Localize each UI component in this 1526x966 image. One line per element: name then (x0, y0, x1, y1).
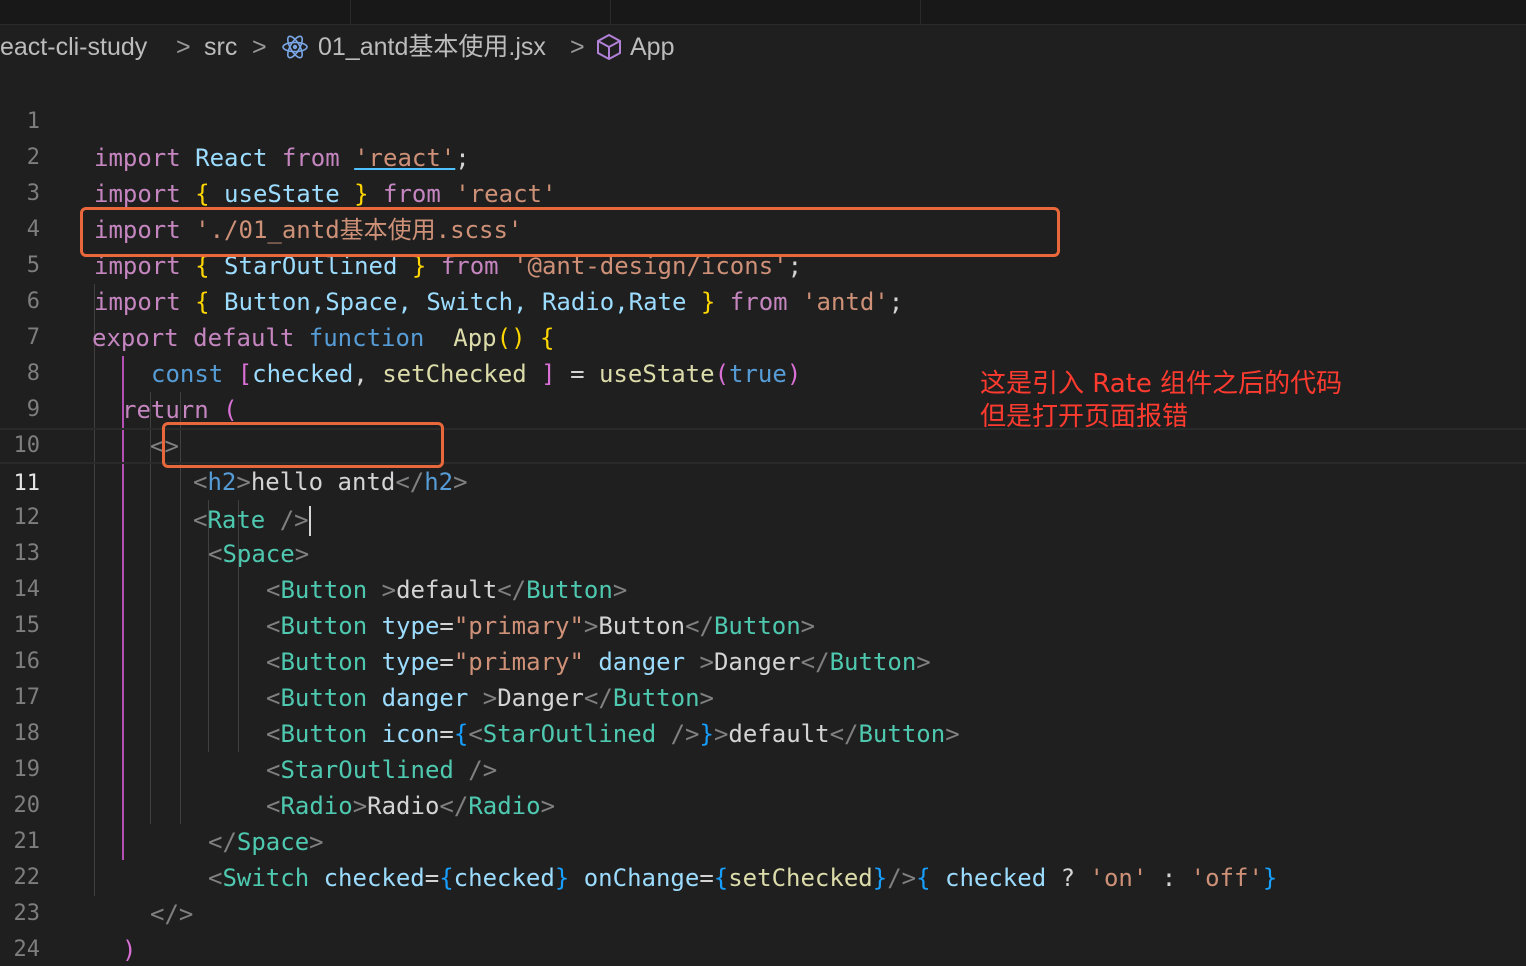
annotation-line-1: 这是引入 Rate 组件之后的代码 (980, 369, 1343, 399)
code-line[interactable]: 15 <Button type="primary" danger >Danger… (0, 572, 1526, 676)
editor-tab[interactable] (350, 0, 611, 24)
code-editor-window: eact-cli-study > src > 01_antd基本使用.jsx >… (0, 0, 1526, 966)
chevron-right-icon: > (252, 33, 267, 61)
code-line[interactable]: 14 <Button type="primary">Button</Button… (0, 536, 1526, 640)
code-line[interactable]: 23 ) (0, 860, 1526, 964)
code-line[interactable]: 22 </> (0, 824, 1526, 928)
annotation-note: 这是引入 Rate 组件之后的代码 但是打开页面报错 (980, 368, 1342, 434)
code-area[interactable]: 1 import React from 'react'; 2 import { … (0, 68, 1526, 966)
editor-tab-bar (0, 0, 1526, 25)
editor-tab[interactable] (610, 0, 921, 24)
code-line[interactable]: 24 } (0, 896, 1526, 962)
code-line[interactable]: 19 <Radio>Radio</Radio> (0, 716, 1526, 820)
code-line[interactable]: 18 <StarOutlined /> (0, 680, 1526, 784)
editor-tab[interactable] (0, 0, 351, 24)
breadcrumb-folder[interactable]: eact-cli-study (0, 30, 147, 64)
breadcrumb-file[interactable]: 01_antd基本使用.jsx (318, 30, 546, 64)
breadcrumb: eact-cli-study > src > 01_antd基本使用.jsx >… (0, 24, 1526, 68)
code-line[interactable]: 16 <Button danger >Danger</Button> (0, 608, 1526, 712)
breadcrumb-symbol[interactable]: App (630, 30, 674, 64)
code-line[interactable]: 7 const [checked, setChecked ] = useStat… (0, 284, 1526, 388)
chevron-right-icon: > (176, 33, 191, 61)
code-line[interactable]: 3 import './01_antd基本使用.scss' (0, 140, 1526, 244)
highlight-box-rate-line (162, 422, 444, 468)
chevron-right-icon: > (570, 33, 585, 61)
code-line[interactable]: 17 <Button icon={<StarOutlined />}>defau… (0, 644, 1526, 748)
react-icon (282, 35, 308, 59)
code-line[interactable]: 20 </Space> (0, 752, 1526, 856)
code-line[interactable]: 8 return ( (0, 320, 1526, 424)
breadcrumb-src[interactable]: src (204, 30, 237, 64)
code-line[interactable]: 2 import { useState } from 'react' (0, 104, 1526, 208)
code-line[interactable]: 25 (0, 932, 1526, 966)
cube-icon (597, 33, 621, 61)
code-line[interactable]: 13 <Button >default</Button> (0, 500, 1526, 604)
code-line[interactable]: 1 import React from 'react'; (0, 68, 1526, 172)
highlight-box-import-line (80, 207, 1060, 257)
code-line[interactable]: 12 <Space> (0, 464, 1526, 568)
annotation-line-2: 但是打开页面报错 (980, 402, 1189, 432)
code-line[interactable]: 21 <Switch checked={checked} onChange={s… (0, 788, 1526, 892)
